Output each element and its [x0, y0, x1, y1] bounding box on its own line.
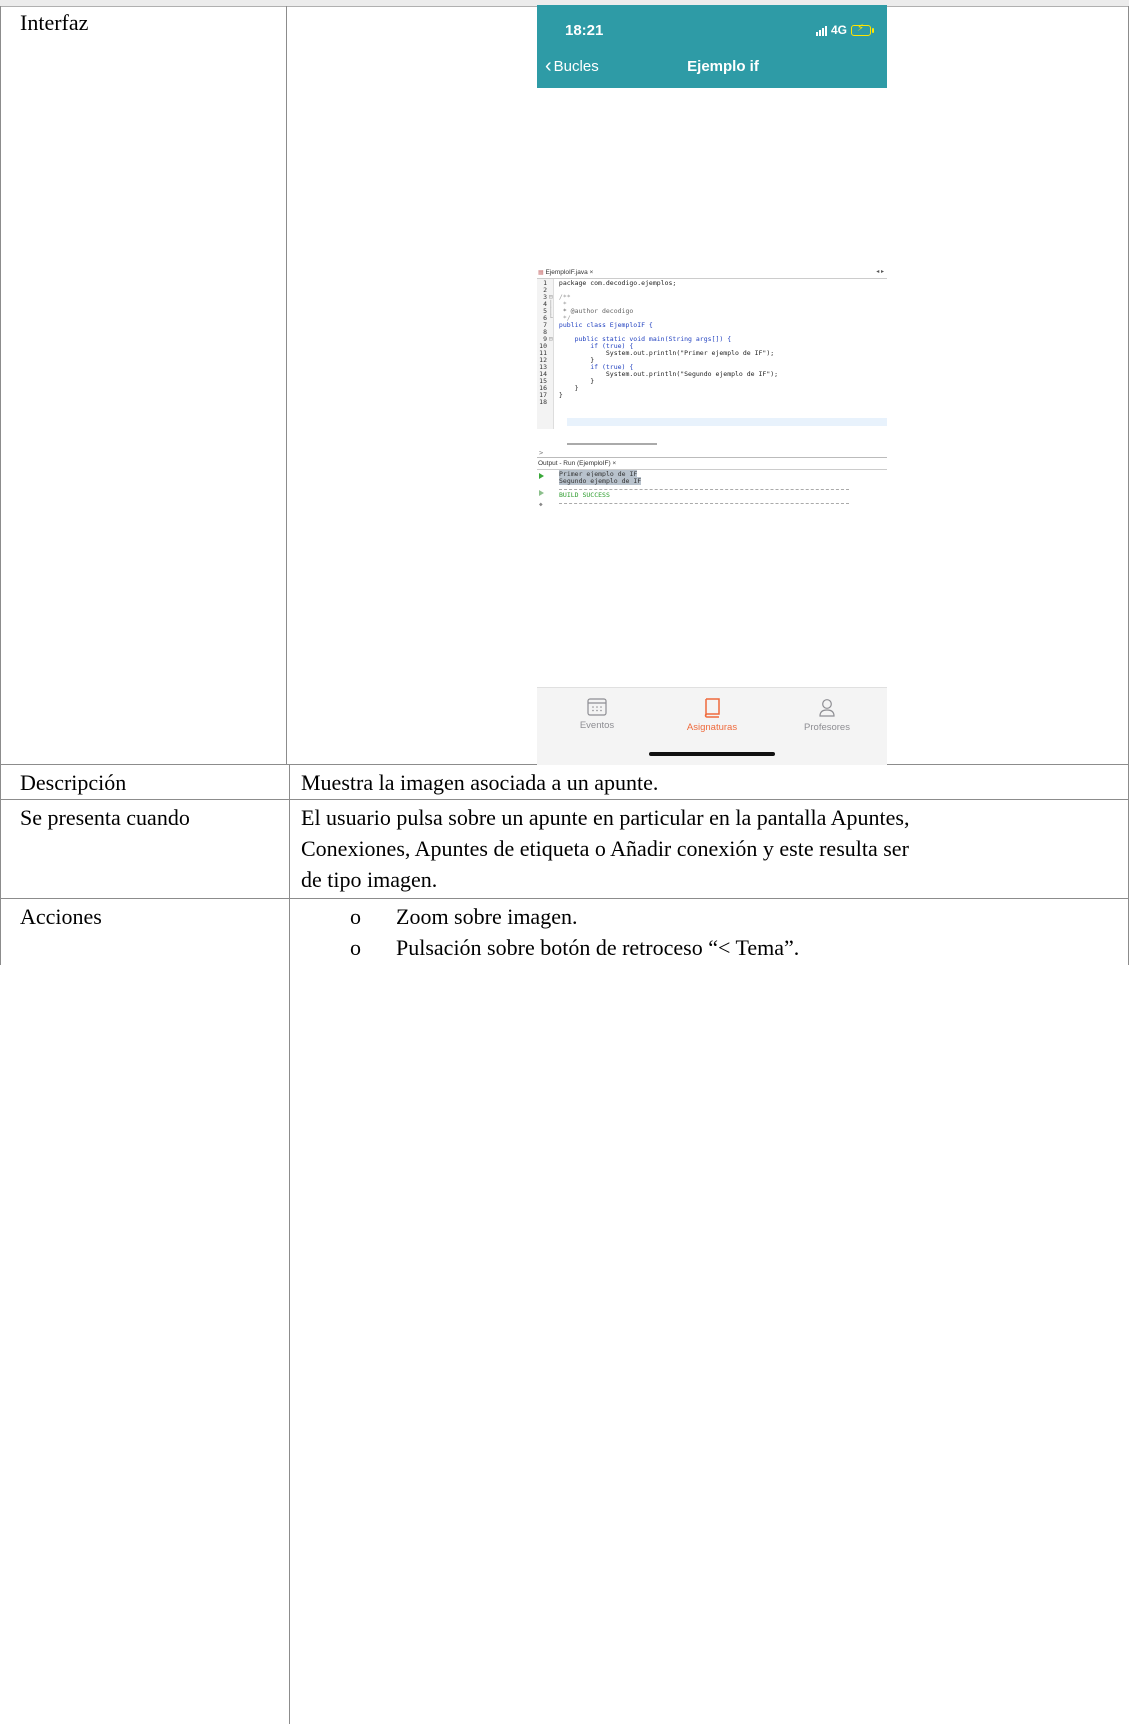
- network-label: 4G: [830, 23, 847, 37]
- run-icon: [539, 473, 544, 479]
- tab-profesores-label: Profesores: [804, 722, 850, 733]
- phone-screenshot: 18:21 4G ⚡ Ejemplo if ‹ Bucles ▦ Ejemplo…: [537, 5, 887, 765]
- editor-tab: ▦ EjemploIF.java ×: [538, 269, 593, 277]
- table-border-middle-2: [289, 765, 290, 1724]
- current-line-highlight: [567, 418, 887, 426]
- tab-eventos[interactable]: Eventos: [547, 698, 647, 731]
- person-icon: [819, 699, 835, 717]
- bullet-marker: o: [350, 935, 361, 960]
- row-value-line-1: El usuario pulsa sobre un apunte en part…: [301, 805, 910, 830]
- tab-eventos-label: Eventos: [579, 720, 615, 731]
- bullet-marker: o: [350, 904, 361, 929]
- tab-profesores[interactable]: Profesores: [777, 698, 877, 733]
- output-dashes: [559, 503, 849, 504]
- output-line: Segundo ejemplo de IF: [559, 477, 642, 485]
- navigation-bar: 18:21 4G ⚡ Ejemplo if ‹ Bucles: [537, 5, 887, 88]
- stop-icon: ◆: [539, 501, 543, 508]
- tab-asignaturas[interactable]: Asignaturas: [662, 698, 762, 733]
- status-time: 18:21: [565, 22, 604, 39]
- table-border-middle-1: [286, 6, 287, 765]
- code-line: 18: [539, 398, 547, 406]
- row-divider-3: [0, 898, 1129, 899]
- output-separator: [537, 457, 887, 458]
- action-item-1-text: Zoom sobre imagen.: [396, 904, 578, 929]
- signal-icon: [815, 25, 827, 36]
- code-line: 7 public class EjemploIF {: [543, 321, 653, 329]
- editor-tab-label: EjemploIF.java ×: [545, 269, 594, 276]
- tab-nav-arrows-icon: ◂ ▸: [876, 269, 884, 275]
- row-label-acciones: Acciones: [20, 904, 102, 929]
- home-indicator[interactable]: [649, 752, 775, 756]
- back-button-label: Bucles: [553, 58, 599, 75]
- code-line: 1 package com.decodigo.ejemplos;: [543, 279, 677, 287]
- status-indicators: 4G ⚡: [815, 23, 874, 37]
- row-label-se-presenta: Se presenta cuando: [20, 805, 190, 830]
- book-icon: [704, 698, 720, 718]
- rerun-icon: [539, 490, 544, 496]
- horizontal-scrollbar[interactable]: [567, 443, 657, 445]
- action-item-2: o Pulsación sobre botón de retroceso “< T…: [350, 932, 799, 963]
- battery-charging-icon: ⚡: [851, 23, 874, 36]
- row-divider-2: [0, 799, 1129, 800]
- row-value-descripcion: Muestra la imagen asociada a un apunte.: [301, 770, 659, 795]
- calendar-icon: [587, 698, 607, 716]
- table-border-left: [0, 6, 1, 965]
- back-button[interactable]: ‹ Bucles: [545, 54, 599, 77]
- row-label-descripcion: Descripción: [20, 770, 127, 795]
- output-panel-title: Output - Run (EjemploIF) ×: [538, 460, 617, 467]
- chevron-left-icon: ‹: [545, 54, 552, 77]
- action-item-2-text: Pulsación sobre botón de retroceso “< Te…: [396, 935, 800, 960]
- row-value-line-3: de tipo imagen.: [301, 867, 438, 892]
- chevron-right-icon: >: [539, 449, 544, 457]
- build-status: BUILD SUCCESS: [559, 491, 610, 499]
- code-image[interactable]: ▦ EjemploIF.java × ◂ ▸ 1 package com.dec…: [537, 267, 887, 512]
- output-dashes: [559, 489, 849, 490]
- tab-bar: Eventos Asignaturas Profesores: [537, 687, 887, 765]
- action-item-1: o Zoom sobre imagen.: [350, 901, 577, 932]
- tab-asignaturas-label: Asignaturas: [686, 722, 738, 733]
- row-value-line-2: Conexiones, Apuntes de etiqueta o Añadir…: [301, 836, 909, 861]
- row-label-interfaz: Interfaz: [20, 10, 89, 35]
- java-file-icon: ▦: [538, 270, 544, 276]
